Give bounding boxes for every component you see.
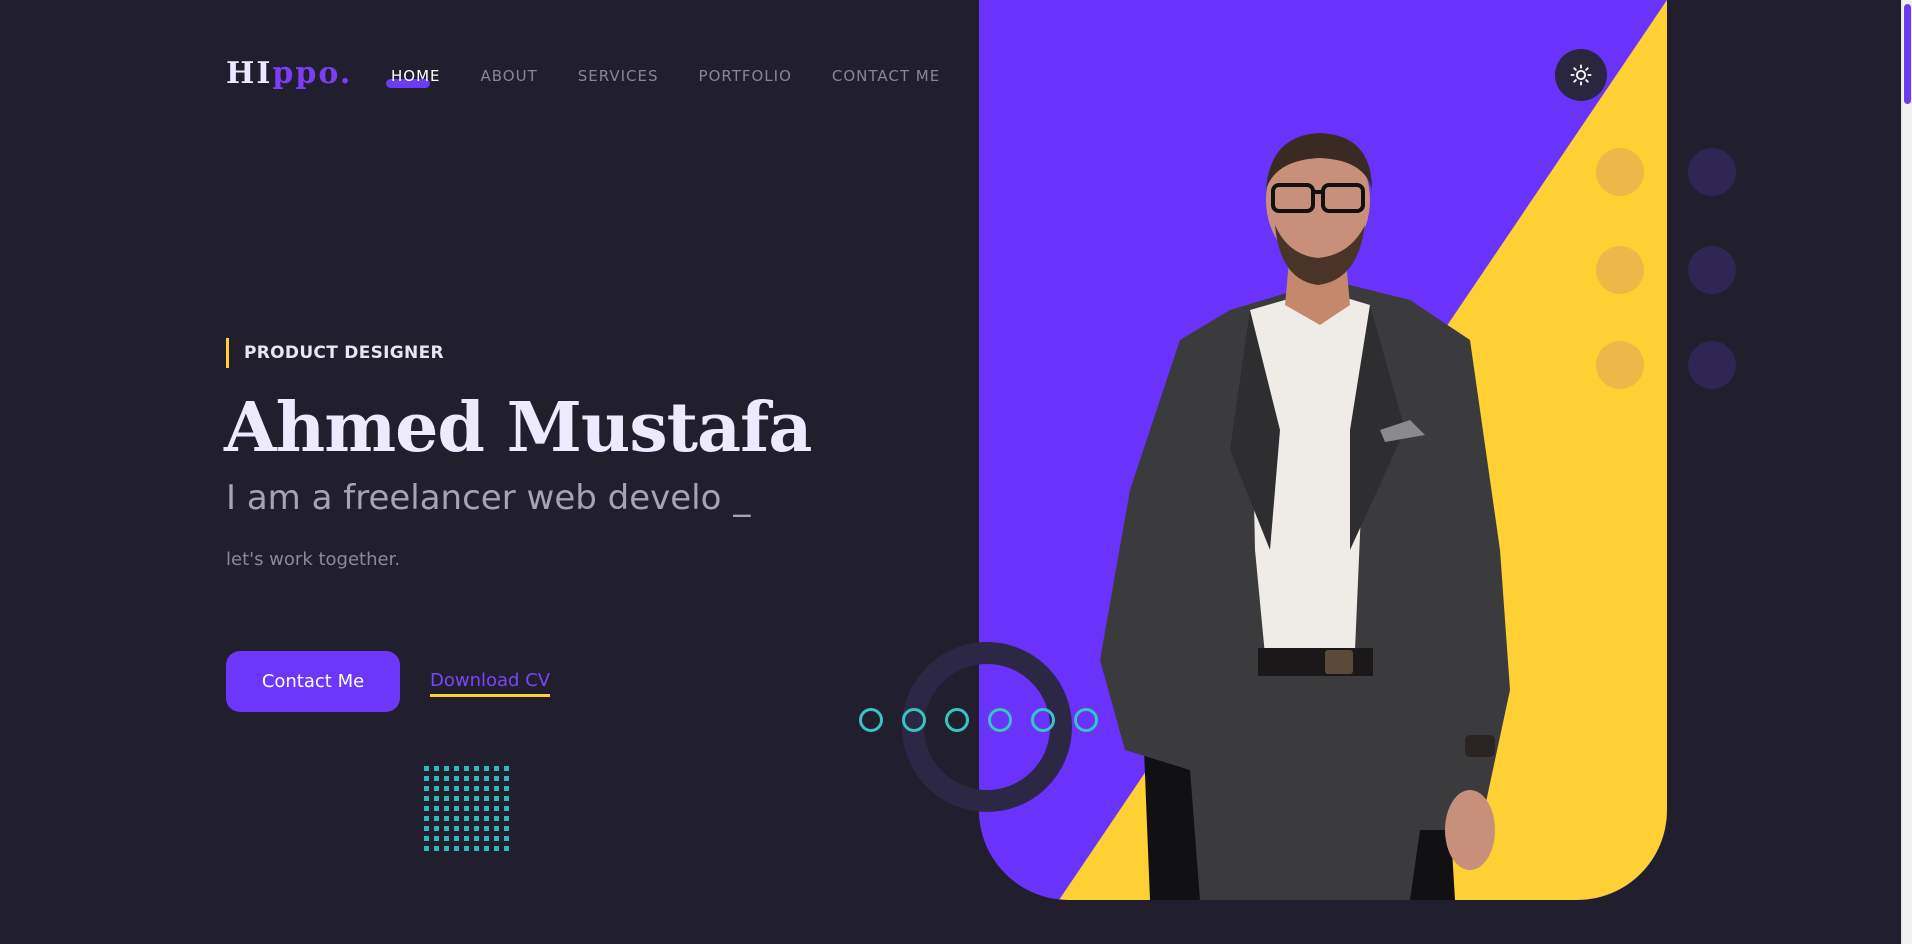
decor-dot bbox=[1688, 246, 1736, 294]
indicator-dot[interactable] bbox=[859, 708, 883, 732]
page-scrollbar[interactable] bbox=[1901, 0, 1912, 944]
indicator-dot[interactable] bbox=[945, 708, 969, 732]
role-badge: PRODUCT DESIGNER bbox=[226, 338, 444, 368]
nav-contact-me[interactable]: CONTACT ME bbox=[832, 67, 940, 85]
indicator-dot[interactable] bbox=[1031, 708, 1055, 732]
typed-tagline: I am a freelancer web develo _ bbox=[226, 478, 750, 518]
decor-dot bbox=[1688, 148, 1736, 196]
indicator-dot[interactable] bbox=[902, 708, 926, 732]
theme-toggle-button[interactable] bbox=[1555, 49, 1607, 101]
site-logo[interactable]: HIppo. bbox=[226, 56, 352, 91]
scrollbar-thumb[interactable] bbox=[1904, 4, 1911, 104]
decor-dot bbox=[1596, 148, 1644, 196]
logo-part-1: HI bbox=[226, 56, 273, 91]
typed-text: I am a freelancer web develo bbox=[226, 478, 722, 518]
portrait-image bbox=[1100, 133, 1510, 900]
typing-cursor: _ bbox=[733, 478, 751, 518]
decor-dot bbox=[1596, 341, 1644, 389]
download-cv-link[interactable]: Download CV bbox=[430, 670, 551, 697]
nav-about[interactable]: ABOUT bbox=[481, 67, 538, 85]
logo-part-2: ppo. bbox=[272, 56, 353, 91]
indicator-dot[interactable] bbox=[988, 708, 1012, 732]
nav-services[interactable]: SERVICES bbox=[578, 67, 659, 85]
decor-dot bbox=[1688, 341, 1736, 389]
main-navigation: HOME ABOUT SERVICES PORTFOLIO CONTACT ME bbox=[386, 67, 940, 88]
hero-subtitle: let's work together. bbox=[226, 549, 401, 570]
hero-name: Ahmed Mustafa bbox=[224, 388, 812, 468]
sun-icon bbox=[1570, 64, 1592, 86]
decor-dot bbox=[1596, 246, 1644, 294]
dot-grid-decoration bbox=[424, 766, 514, 856]
carousel-indicators bbox=[859, 708, 1098, 732]
contact-me-button[interactable]: Contact Me bbox=[226, 651, 400, 712]
nav-portfolio[interactable]: PORTFOLIO bbox=[699, 67, 792, 85]
nav-home[interactable]: HOME bbox=[386, 67, 441, 88]
indicator-dot[interactable] bbox=[1074, 708, 1098, 732]
